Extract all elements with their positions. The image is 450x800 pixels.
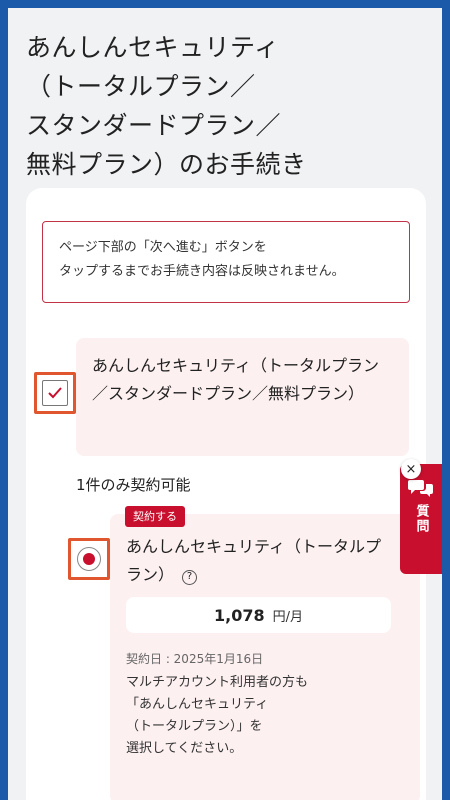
product-option[interactable]: あんしんセキュリティ（トータルプラン／スタンダードプラン／無料プラン） xyxy=(76,338,409,456)
radio-selected-dot xyxy=(83,553,95,565)
close-icon[interactable]: × xyxy=(401,459,421,479)
page-title-line: 無料プラン）のお手続き xyxy=(26,150,307,179)
product-checkbox[interactable] xyxy=(42,380,68,406)
plan-radio[interactable] xyxy=(77,547,101,571)
chat-bubbles-icon xyxy=(408,480,433,497)
contract-limit-text: 1件のみ契約可能 xyxy=(76,476,191,494)
question-tab[interactable]: 質問 xyxy=(400,464,442,574)
question-icon[interactable]: ? xyxy=(182,569,198,585)
page-title-line: スタンダードプラン／ xyxy=(26,111,282,140)
page-title: あんしんセキュリティ （トータルプラン／ スタンダードプラン／ 無料プラン）のお… xyxy=(26,28,346,184)
plan-note-line: 選択してください。 xyxy=(126,741,243,756)
page-frame: あんしんセキュリティ （トータルプラン／ スタンダードプラン／ 無料プラン）のお… xyxy=(8,8,442,800)
contract-badge: 契約する xyxy=(125,506,185,527)
plan-radio-highlight[interactable] xyxy=(68,538,110,580)
plan-name-text: あんしんセキュリティ（トータルプラン） xyxy=(126,537,382,584)
plan-name: あんしんセキュリティ（トータルプラン）? xyxy=(126,533,396,589)
product-checkbox-highlight[interactable] xyxy=(34,372,76,414)
checkmark-icon xyxy=(48,387,62,399)
product-label: あんしんセキュリティ（トータルプラン／スタンダードプラン／無料プラン） xyxy=(92,356,380,403)
plan-note-line: 「あんしんセキュリティ xyxy=(126,697,269,712)
question-tab-label: 質問 xyxy=(413,504,429,534)
plan-note-line: マルチアカウント利用者の方も xyxy=(126,675,309,690)
notice-line: タップするまでお手続き内容は反映されません。 xyxy=(59,264,345,279)
contract-date: 契約日 : 2025年1月16日 xyxy=(126,652,264,666)
plan-note-line: （トータルプラン）」を xyxy=(126,719,263,734)
notice-box: ページ下部の「次へ進む」ボタンを タップするまでお手続き内容は反映されません。 xyxy=(42,221,410,303)
price-amount: 1,078 xyxy=(214,605,265,625)
page-title-line: （トータルプラン／ xyxy=(26,72,256,101)
page-title-line: あんしんセキュリティ xyxy=(26,33,280,62)
notice-line: ページ下部の「次へ進む」ボタンを xyxy=(59,240,267,255)
plan-note: マルチアカウント利用者の方も 「あんしんセキュリティ （トータルプラン）」を 選… xyxy=(126,672,386,760)
price-box: 1,078 円/月 xyxy=(126,597,391,633)
price-unit: 円/月 xyxy=(272,609,303,625)
